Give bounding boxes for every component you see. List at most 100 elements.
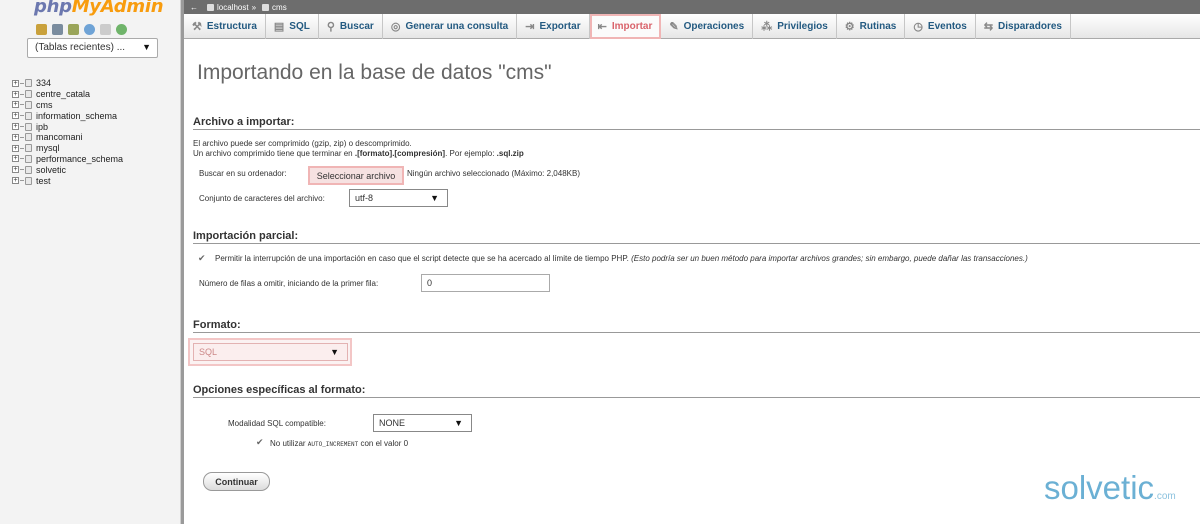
nav-toolbar [36, 24, 127, 35]
breadcrumb-separator: » [251, 2, 257, 12]
choose-file-button[interactable]: Seleccionar archivo [308, 166, 404, 185]
tab-sql[interactable]: ▤ SQL [266, 14, 319, 39]
reload-icon[interactable] [116, 24, 127, 35]
tab-label: Estructura [206, 21, 257, 32]
sql-mode-label: Modalidad SQL compatible: [228, 419, 326, 428]
database-tree: +334 + centre_catala + cms + information_schem… [12, 78, 123, 186]
page-title: Importando en la base de datos "cms" [197, 61, 552, 84]
expand-icon[interactable]: + [12, 133, 19, 141]
logout-icon[interactable] [52, 24, 63, 35]
database-icon [262, 3, 270, 11]
tab-label: Buscar [339, 21, 374, 32]
phpmyadmin-logo[interactable]: phpMyAdmin [34, 0, 164, 17]
no-auto-increment-label: No utilizar AUTO_INCREMENT con el valor … [270, 439, 409, 448]
allow-interrupt-label: Permitir la interrupción de una importac… [215, 254, 1028, 263]
tree-line [20, 147, 24, 149]
triggers-icon: ⇆ [983, 21, 994, 33]
tab-label: Rutinas [859, 21, 897, 32]
expand-icon[interactable]: + [12, 166, 19, 174]
database-icon [25, 111, 32, 120]
db-item-ipb[interactable]: + ipb [12, 121, 123, 132]
expand-icon[interactable]: + [12, 79, 19, 87]
database-icon [25, 90, 32, 99]
continue-button[interactable]: Continuar [203, 472, 270, 491]
file-note-1: El archivo puede ser comprimido (gzip, z… [193, 139, 412, 148]
allow-interrupt-checkbox[interactable]: ✔ [198, 253, 206, 264]
expand-icon[interactable]: + [12, 177, 19, 185]
db-item-centre_catala[interactable]: + centre_catala [12, 89, 123, 100]
tab-exportar[interactable]: ⇥ Exportar [517, 14, 590, 39]
recent-tables-select[interactable]: (Tablas recientes) ... ▼ [27, 38, 158, 58]
skip-rows-label: Número de filas a omitir, iniciando de l… [199, 279, 379, 288]
chevron-down-icon: ▼ [330, 347, 339, 357]
tab-label: Operaciones [683, 21, 745, 32]
home-icon[interactable] [36, 24, 47, 35]
expand-icon[interactable]: + [12, 90, 19, 98]
tree-line [20, 93, 24, 95]
server-icon [207, 3, 214, 11]
tab-label: Importar [611, 21, 653, 32]
solvetic-watermark: solvetic.com [1044, 469, 1176, 506]
skip-rows-input[interactable]: 0 [421, 274, 550, 292]
db-name: mancomani [36, 132, 83, 143]
breadcrumb-db[interactable]: cms [272, 3, 287, 12]
charset-select[interactable]: utf-8 ▼ [349, 189, 448, 207]
tab-importar[interactable]: ⇤ Importar [589, 14, 662, 39]
tree-line [20, 169, 24, 171]
tree-line [20, 115, 24, 117]
db-name: information_schema [36, 110, 118, 121]
db-name: mysql [36, 143, 60, 154]
db-item-mancomani[interactable]: + mancomani [12, 132, 123, 143]
collapse-arrow-icon[interactable]: ← [190, 3, 198, 12]
format-select[interactable]: SQL ▼ [193, 343, 348, 361]
db-name: ipb [36, 121, 49, 132]
query-icon: ◎ [390, 21, 401, 33]
help-icon[interactable] [84, 24, 95, 35]
routines-icon: ⚙ [844, 21, 855, 33]
tab-label: Privilegios [777, 21, 828, 32]
db-name: centre_catala [36, 89, 91, 100]
tab-estructura[interactable]: ⚒ Estructura [184, 14, 266, 39]
db-item-information_schema[interactable]: + information_schema [12, 110, 123, 121]
tree-line [20, 104, 24, 106]
db-name: cms [36, 99, 53, 110]
expand-icon[interactable]: + [12, 112, 19, 120]
expand-icon[interactable]: + [12, 144, 19, 152]
tab-generar-una-consulta[interactable]: ◎ Generar una consulta [383, 14, 518, 39]
tab-rutinas[interactable]: ⚙ Rutinas [837, 14, 906, 39]
expand-icon[interactable]: + [12, 101, 19, 109]
database-icon [25, 165, 32, 174]
database-icon [25, 79, 32, 88]
db-item-mysql[interactable]: + mysql [12, 143, 123, 154]
export-icon: ⇥ [525, 21, 535, 33]
breadcrumb: ← localhost » cms [184, 0, 1200, 14]
database-icon [25, 100, 32, 109]
db-name: performance_schema [36, 153, 124, 164]
docs-icon[interactable] [100, 24, 111, 35]
db-item-cms[interactable]: + cms [12, 100, 123, 111]
tab-privilegios[interactable]: ⁂ Privilegios [753, 14, 837, 39]
chevron-down-icon: ▼ [430, 193, 439, 203]
breadcrumb-server[interactable]: localhost [217, 3, 249, 12]
tree-line [20, 136, 24, 138]
structure-icon: ⚒ [192, 21, 202, 33]
tab-label: SQL [289, 21, 310, 32]
no-auto-increment-checkbox[interactable]: ✔ [256, 437, 264, 448]
tab-eventos[interactable]: ◷ Eventos [905, 14, 976, 39]
sql-query-icon[interactable] [68, 24, 79, 35]
database-icon [25, 133, 32, 142]
expand-icon[interactable]: + [12, 155, 19, 163]
db-item-solvetic[interactable]: + solvetic [12, 164, 123, 175]
tab-disparadores[interactable]: ⇆ Disparadores [976, 14, 1071, 39]
phpmyadmin-window: phpMyAdmin (Tablas recientes) ... ▼ +334 +… [0, 0, 1200, 524]
import-icon: ⇤ [597, 21, 607, 33]
file-note-2: Un archivo comprimido tiene que terminar… [193, 149, 524, 158]
expand-icon[interactable]: + [12, 123, 19, 131]
tab-buscar[interactable]: ⚲ Buscar [319, 14, 383, 39]
db-item-test[interactable]: + test [12, 175, 123, 186]
sql-mode-select[interactable]: NONE ▼ [373, 414, 472, 432]
main-content: Importando en la base de datos "cms" Arc… [184, 39, 1200, 524]
db-item-performance_schema[interactable]: + performance_schema [12, 154, 123, 165]
tab-operaciones[interactable]: ✎ Operaciones [661, 14, 754, 39]
db-item-334[interactable]: +334 [12, 78, 123, 89]
